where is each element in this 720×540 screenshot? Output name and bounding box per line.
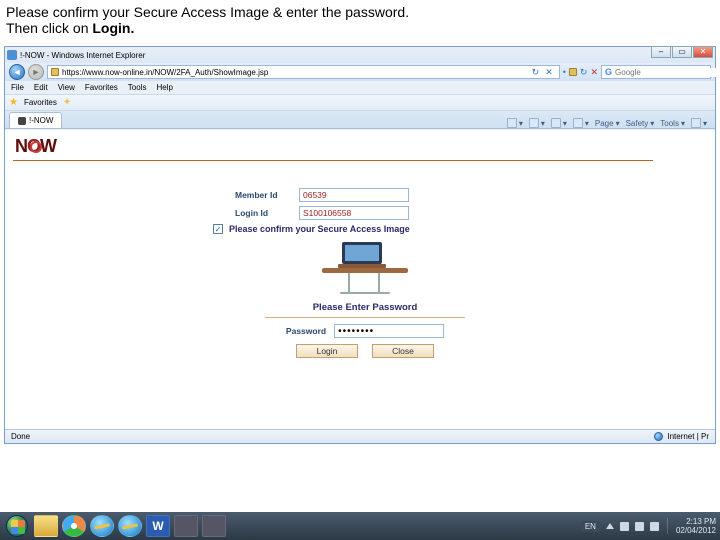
network-icon[interactable] [635, 522, 644, 531]
address-bar-row: ◄ ► ↻ ✕ • ↻ ✕ G 🔍 [5, 63, 715, 81]
readmail-button[interactable]: ▾ [551, 118, 567, 128]
tray-icon[interactable] [620, 522, 629, 531]
language-indicator[interactable]: EN [581, 521, 600, 532]
member-id-field[interactable]: 06539 [299, 188, 409, 202]
menu-favorites[interactable]: Favorites [85, 83, 118, 92]
start-button[interactable] [2, 512, 32, 540]
favorites-bar: ★ Favorites ✦ [5, 95, 715, 111]
tools-menu[interactable]: Tools ▾ [660, 119, 685, 128]
instruction-text: Please confirm your Secure Access Image … [0, 0, 720, 38]
confirm-image-text: Please confirm your Secure Access Image [229, 224, 410, 234]
ssl-lock-icon [569, 68, 577, 76]
taskbar-explorer[interactable] [34, 515, 58, 537]
taskbar-chrome[interactable] [62, 515, 86, 537]
taskbar-app-2[interactable] [202, 515, 226, 537]
favorites-star-icon[interactable]: ★ [9, 97, 18, 108]
command-bar: ▾ ▾ ▾ ▾ Page ▾ Safety ▾ Tools ▾ ▾ [507, 118, 711, 128]
back-button[interactable]: ◄ [9, 64, 25, 80]
menu-file[interactable]: File [11, 83, 24, 92]
taskbar-app[interactable] [174, 515, 198, 537]
page-menu[interactable]: Page ▾ [595, 119, 620, 128]
url-input[interactable] [59, 68, 529, 77]
divider [265, 317, 465, 318]
title-bar: !-NOW - Windows Internet Explorer – ▭ ✕ [5, 47, 715, 63]
suggested-sites-icon[interactable]: ✦ [63, 97, 71, 108]
minimize-button[interactable]: – [651, 46, 671, 58]
menu-edit[interactable]: Edit [34, 83, 48, 92]
internet-zone-icon [654, 432, 663, 441]
feeds-button[interactable]: ▾ [529, 118, 545, 128]
window-title: !-NOW - Windows Internet Explorer [20, 51, 145, 60]
menu-bar: File Edit View Favorites Tools Help [5, 81, 715, 95]
login-form: Member Id 06539 Login Id S100106558 Plea… [235, 188, 495, 358]
volume-icon[interactable] [650, 522, 659, 531]
confirm-image-checkbox[interactable] [213, 224, 223, 234]
app-icon [7, 50, 17, 60]
stop-icon[interactable]: ✕ [542, 67, 556, 78]
help-button[interactable]: ▾ [691, 118, 707, 128]
divider [13, 160, 653, 161]
lock-icon [51, 68, 59, 76]
search-input[interactable] [615, 68, 720, 77]
print-icon [573, 118, 583, 128]
password-input[interactable] [334, 324, 444, 338]
taskbar-ie[interactable] [90, 515, 114, 537]
mail-icon [551, 118, 561, 128]
search-box[interactable]: G 🔍 [601, 65, 711, 79]
tab-label: !-NOW [29, 116, 53, 125]
taskbar-ie-2[interactable] [118, 515, 142, 537]
login-id-label: Login Id [235, 208, 299, 218]
windows-orb-icon [6, 515, 28, 537]
tab-bar: !-NOW ▾ ▾ ▾ ▾ Page ▾ Safety ▾ Tools ▾ ▾ [5, 111, 715, 129]
menu-help[interactable]: Help [156, 83, 172, 92]
tray-overflow-icon[interactable] [606, 523, 614, 529]
member-id-label: Member Id [235, 190, 299, 200]
clock[interactable]: 2:13 PM02/04/2012 [676, 517, 716, 535]
forward-button[interactable]: ► [28, 64, 44, 80]
window-close-button[interactable]: ✕ [693, 46, 713, 58]
help-icon [691, 118, 701, 128]
status-text: Done [11, 432, 30, 441]
now-logo: NOW [15, 136, 56, 157]
refresh-button[interactable]: ↻ [580, 67, 588, 78]
maximize-button[interactable]: ▭ [672, 46, 692, 58]
password-label: Password [286, 326, 326, 336]
login-id-field[interactable]: S100106558 [299, 206, 409, 220]
feeds-icon [529, 118, 539, 128]
windows-taskbar: W EN 2:13 PM02/04/2012 [0, 512, 720, 540]
home-button[interactable]: ▾ [507, 118, 523, 128]
page-content: NOW Member Id 06539 Login Id S100106558 … [5, 129, 715, 429]
system-tray: EN 2:13 PM02/04/2012 [581, 517, 720, 535]
secure-access-image [320, 240, 410, 296]
refresh-icon[interactable]: ↻ [529, 67, 543, 78]
close-button[interactable]: Close [372, 344, 434, 358]
browser-window: !-NOW - Windows Internet Explorer – ▭ ✕ … [4, 46, 716, 444]
taskbar-word[interactable]: W [146, 515, 170, 537]
print-button[interactable]: ▾ [573, 118, 589, 128]
tab-favicon [18, 117, 26, 125]
menu-tools[interactable]: Tools [128, 83, 147, 92]
status-bar: Done Internet | Pr [5, 429, 715, 443]
menu-view[interactable]: View [58, 83, 75, 92]
search-provider-icon: G [605, 67, 612, 77]
active-tab[interactable]: !-NOW [9, 112, 62, 128]
address-bar[interactable]: ↻ ✕ [47, 65, 560, 79]
compat-icon[interactable]: • [563, 67, 566, 77]
login-button[interactable]: Login [296, 344, 358, 358]
zone-text: Internet | Pr [667, 432, 709, 441]
favorites-label[interactable]: Favorites [24, 98, 57, 107]
stop-button[interactable]: ✕ [590, 67, 598, 78]
enter-password-heading: Please Enter Password [235, 302, 495, 313]
home-icon [507, 118, 517, 128]
safety-menu[interactable]: Safety ▾ [626, 119, 655, 128]
